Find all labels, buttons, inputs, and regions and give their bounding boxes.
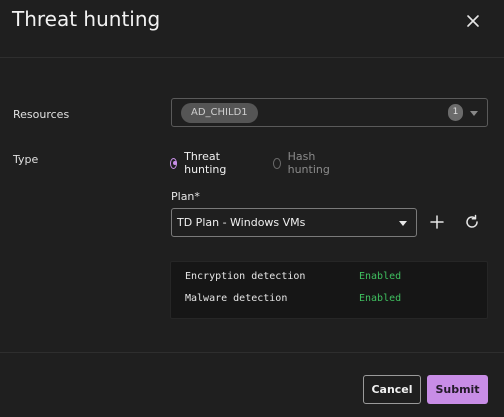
threat-hunting-dialog: Threat hunting Resources AD_CHILD1 1 Typ… [0,0,504,417]
cancel-button[interactable]: Cancel [363,375,421,404]
detail-key: Encryption detection [185,271,306,282]
radio-hash-hunting[interactable]: Hash hunting [273,150,333,176]
plan-details-panel: Encryption detection Enabled Malware det… [170,261,488,319]
radio-checked-icon [170,157,178,169]
resource-chip: AD_CHILD1 [181,103,258,123]
detail-row: Malware detection Enabled [185,293,401,304]
plan-select-value: TD Plan - Windows VMs [177,216,306,229]
refresh-icon [466,214,478,228]
radio-hash-hunting-label: Hash hunting [287,150,330,176]
close-icon[interactable] [462,10,484,32]
footer-divider [0,352,504,353]
detail-status: Enabled [359,271,402,282]
plan-label-text: Plan [171,190,195,203]
resources-select[interactable]: AD_CHILD1 1 [171,98,488,127]
add-plan-button[interactable] [427,212,447,232]
type-label: Type [13,153,39,166]
radio-threat-hunting[interactable]: Threat hunting [170,150,230,176]
chevron-down-icon[interactable] [470,111,478,116]
resources-label: Resources [13,108,70,121]
required-marker: * [194,190,200,203]
submit-button[interactable]: Submit [427,375,488,404]
refresh-plans-button[interactable] [462,212,482,232]
dialog-title: Threat hunting [12,7,161,31]
chevron-down-icon [399,221,407,226]
detail-status: Enabled [359,293,402,304]
resource-count-badge: 1 [448,104,463,121]
plus-icon [430,215,444,229]
radio-unchecked-icon [273,157,281,169]
dialog-header: Threat hunting [0,0,504,58]
plan-select[interactable]: TD Plan - Windows VMs [171,208,417,237]
detail-row: Encryption detection Enabled [185,271,401,282]
detail-key: Malware detection [185,293,288,304]
radio-threat-hunting-label: Threat hunting [184,150,227,176]
plan-label: Plan* [171,190,200,203]
